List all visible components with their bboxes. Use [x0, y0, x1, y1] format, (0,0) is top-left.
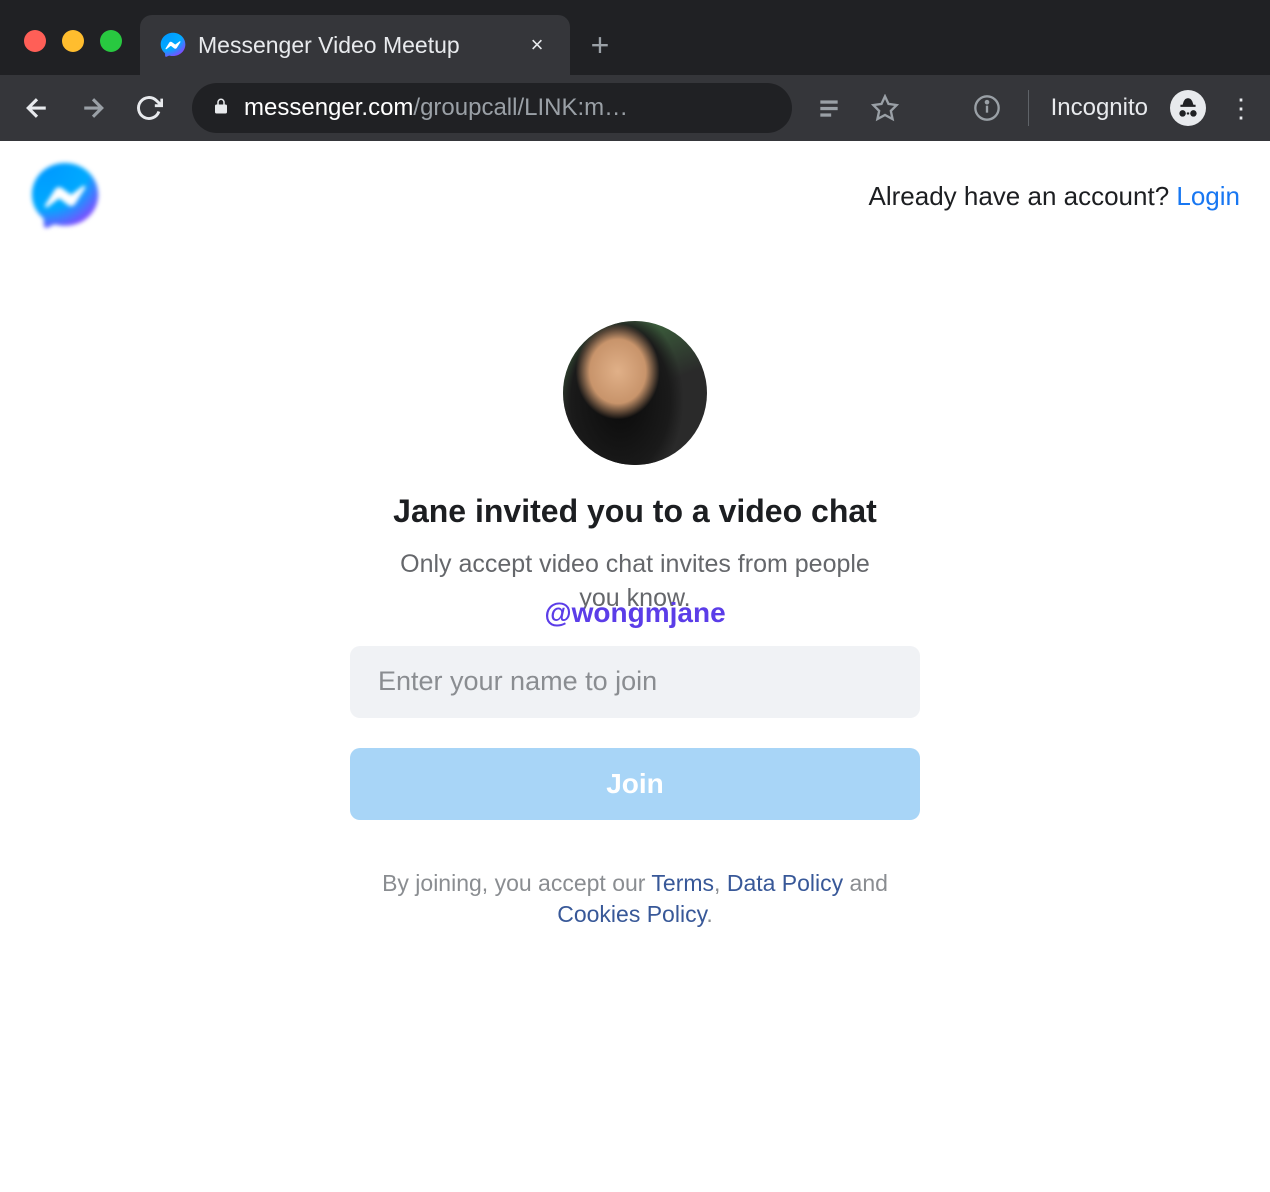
reader-mode-icon[interactable] [810, 89, 848, 127]
lock-icon [212, 97, 230, 120]
cookies-policy-link[interactable]: Cookies Policy [557, 901, 706, 927]
window-minimize-button[interactable] [62, 30, 84, 52]
incognito-icon[interactable] [1170, 90, 1206, 126]
new-tab-button[interactable]: + [570, 15, 630, 75]
bookmark-icon[interactable] [866, 89, 904, 127]
toolbar-divider [1028, 90, 1029, 126]
tab-close-button[interactable]: × [524, 32, 550, 58]
account-prompt: Already have an account? Login [869, 181, 1241, 212]
invite-title: Jane invited you to a video chat [350, 493, 920, 530]
address-bar[interactable]: messenger.com/groupcall/LINK:m… [192, 83, 792, 133]
window-maximize-button[interactable] [100, 30, 122, 52]
messenger-favicon-icon [160, 32, 186, 58]
window-close-button[interactable] [24, 30, 46, 52]
inviter-avatar [563, 321, 707, 465]
browser-tab[interactable]: Messenger Video Meetup × [140, 15, 570, 75]
messenger-logo-icon [30, 161, 100, 231]
browser-menu-button[interactable]: ⋮ [1228, 93, 1252, 124]
join-button[interactable]: Join [350, 748, 920, 820]
back-button[interactable] [18, 89, 56, 127]
invite-subtitle: Only accept video chat invites from peop… [350, 548, 920, 616]
terms-link[interactable]: Terms [651, 870, 714, 896]
data-policy-link[interactable]: Data Policy [727, 870, 843, 896]
reload-button[interactable] [130, 89, 168, 127]
tab-title: Messenger Video Meetup [198, 32, 512, 59]
login-link[interactable]: Login [1176, 181, 1240, 211]
site-info-icon[interactable] [968, 89, 1006, 127]
url-text: messenger.com/groupcall/LINK:m… [244, 94, 628, 122]
name-input[interactable] [350, 646, 920, 718]
incognito-label: Incognito [1051, 94, 1148, 122]
legal-text: By joining, you accept our Terms, Data P… [350, 868, 920, 930]
forward-button[interactable] [74, 89, 112, 127]
